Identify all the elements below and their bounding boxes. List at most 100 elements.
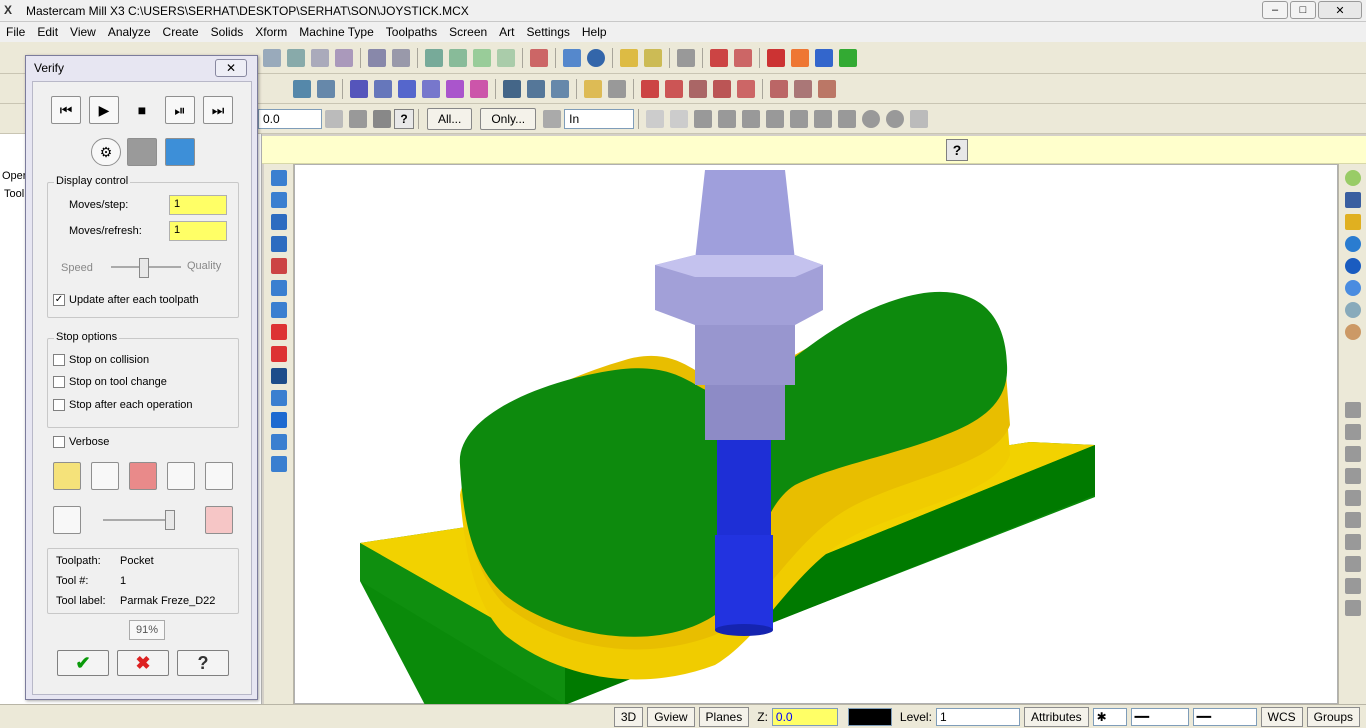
- tool-tab[interactable]: Tool: [4, 188, 24, 200]
- solid-view-icon[interactable]: [497, 48, 515, 67]
- prompt-help-button[interactable]: ?: [946, 139, 968, 161]
- stock-display-button[interactable]: [127, 138, 157, 166]
- settings-gear-button[interactable]: ⚙: [91, 138, 121, 166]
- stock-icon[interactable]: [641, 79, 659, 98]
- menu-view[interactable]: View: [70, 25, 96, 39]
- verbose-box[interactable]: [53, 436, 65, 448]
- all-button[interactable]: All...: [427, 107, 473, 130]
- menu-analyze[interactable]: Analyze: [108, 25, 151, 39]
- minimize-button[interactable]: –: [1262, 1, 1288, 19]
- shape2-icon[interactable]: [718, 109, 737, 128]
- shape6-icon[interactable]: [814, 109, 833, 128]
- point-style-select[interactable]: ✱: [1092, 707, 1127, 726]
- menu-machine-type[interactable]: Machine Type: [299, 25, 374, 39]
- verify-close-button[interactable]: ✕: [215, 59, 247, 77]
- hidden-line-icon[interactable]: [473, 48, 491, 67]
- update-checkbox-box[interactable]: ✓: [53, 294, 65, 306]
- fast-speed-icon[interactable]: [205, 506, 233, 534]
- ribbon-value-field[interactable]: [258, 108, 322, 129]
- contour-icon[interactable]: [317, 79, 335, 98]
- repaint-icon[interactable]: [368, 48, 386, 67]
- z-depth-field[interactable]: 0.0: [771, 707, 838, 726]
- stop-on-collision-box[interactable]: [53, 354, 65, 366]
- close-button[interactable]: ✕: [1318, 1, 1362, 19]
- zoom-out-icon[interactable]: [311, 48, 329, 67]
- groups-button[interactable]: Groups: [1306, 706, 1360, 727]
- machine-icon[interactable]: [791, 48, 809, 67]
- cut-sections-icon[interactable]: [91, 462, 119, 490]
- gview-icon[interactable]: [563, 48, 581, 67]
- transform-tool9-icon[interactable]: [1344, 578, 1361, 594]
- speed-quality-slider[interactable]: [139, 258, 149, 278]
- facing-icon[interactable]: [374, 79, 392, 98]
- circle-select-icon[interactable]: [886, 109, 905, 128]
- import-icon[interactable]: [270, 434, 287, 450]
- globe-icon[interactable]: [1344, 258, 1361, 274]
- menu-help[interactable]: Help: [582, 25, 607, 39]
- chart-icon[interactable]: [734, 48, 752, 67]
- save-stl-icon[interactable]: [205, 462, 233, 490]
- stop-button[interactable]: ■: [127, 96, 157, 124]
- pencil-icon[interactable]: [620, 48, 638, 67]
- attributes-button[interactable]: Attributes: [1023, 706, 1089, 727]
- pan-icon[interactable]: [1344, 236, 1361, 252]
- shaded-icon[interactable]: [425, 48, 443, 67]
- no-select-icon[interactable]: [862, 109, 881, 128]
- shape3-icon[interactable]: [742, 109, 761, 128]
- transform-tool4-icon[interactable]: [1344, 468, 1361, 484]
- menu-art[interactable]: Art: [499, 25, 514, 39]
- ribbon-help-button[interactable]: ?: [394, 108, 414, 129]
- toggle-icon[interactable]: [608, 79, 626, 98]
- moves-step-field[interactable]: 1: [169, 195, 227, 215]
- open-icon[interactable]: [1344, 214, 1361, 230]
- unzoom-icon[interactable]: [392, 48, 410, 67]
- play-button[interactable]: ▶: [89, 96, 119, 124]
- flag-icon[interactable]: [689, 79, 707, 98]
- ok-button[interactable]: ✔: [57, 650, 109, 676]
- gview-button[interactable]: Gview: [647, 706, 695, 727]
- export-icon[interactable]: [270, 456, 287, 472]
- operations-icon[interactable]: [767, 48, 785, 67]
- tool-icon[interactable]: [818, 79, 836, 98]
- bulb-icon[interactable]: [584, 79, 602, 98]
- layers-icon[interactable]: [270, 412, 287, 428]
- shape1-icon[interactable]: [694, 109, 713, 128]
- wcs-button[interactable]: WCS: [1260, 706, 1303, 727]
- drill-icon[interactable]: [293, 79, 311, 98]
- surface-rough-icon[interactable]: [422, 79, 440, 98]
- compare-icon[interactable]: [167, 462, 195, 490]
- color-settings-icon[interactable]: [53, 462, 81, 490]
- menu-settings[interactable]: Settings: [527, 25, 570, 39]
- units-select[interactable]: In: [564, 108, 635, 129]
- sphere-icon[interactable]: [587, 48, 605, 67]
- menu-screen[interactable]: Screen: [449, 25, 487, 39]
- list-icon[interactable]: [665, 79, 683, 98]
- triangle-icon[interactable]: [551, 79, 569, 98]
- sim-speed-slider[interactable]: [165, 510, 175, 530]
- cube-view-icon[interactable]: [530, 48, 548, 67]
- stop-on-tool-change-box[interactable]: [53, 376, 65, 388]
- update-after-toolpath-checkbox[interactable]: ✓ Update after each toolpath: [53, 294, 199, 306]
- transform-tool1-icon[interactable]: [1344, 402, 1361, 418]
- planes-button[interactable]: Planes: [698, 706, 750, 727]
- menu-solids[interactable]: Solids: [211, 25, 244, 39]
- boolean-icon[interactable]: [270, 368, 287, 384]
- zoom-window-icon[interactable]: [287, 48, 305, 67]
- solid-manager-icon[interactable]: [270, 390, 287, 406]
- fit-icon[interactable]: [335, 48, 353, 67]
- trim-icon[interactable]: [677, 48, 695, 67]
- stop-after-operation-checkbox[interactable]: Stop after each operation: [53, 399, 193, 411]
- engrave-icon[interactable]: [398, 79, 416, 98]
- level-field[interactable]: 1: [935, 707, 1020, 726]
- tool-display-button[interactable]: [165, 138, 195, 166]
- heart-icon[interactable]: [737, 79, 755, 98]
- transform-icon[interactable]: [503, 79, 521, 98]
- transform-tool3-icon[interactable]: [1344, 446, 1361, 462]
- shape4-icon[interactable]: [766, 109, 785, 128]
- ribbon-flag-icon[interactable]: [373, 109, 391, 128]
- isometric-icon[interactable]: [1344, 170, 1361, 186]
- save-icon[interactable]: [1344, 192, 1361, 208]
- line-style-select[interactable]: ━━: [1130, 707, 1189, 726]
- shape7-icon[interactable]: [838, 109, 857, 128]
- moves-refresh-field[interactable]: 1: [169, 221, 227, 241]
